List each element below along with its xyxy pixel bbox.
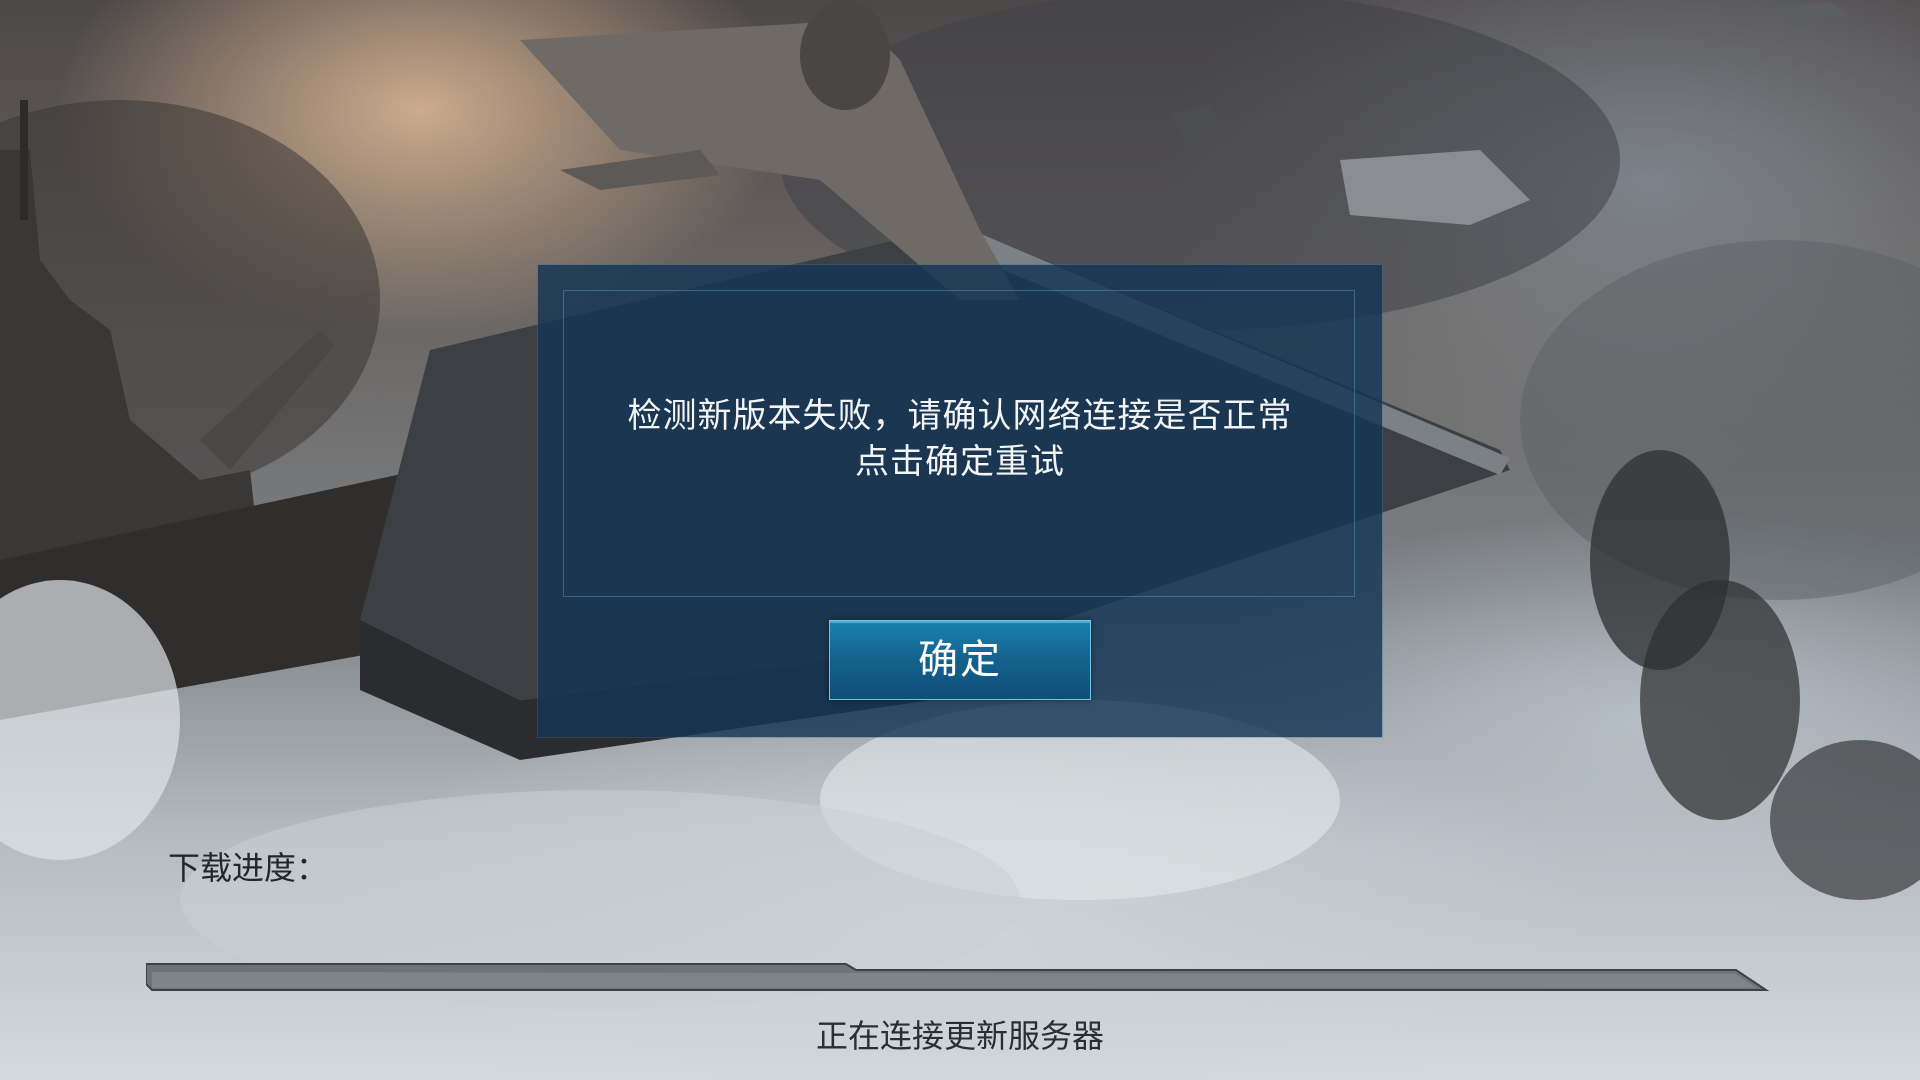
dialog-message-line2: 点击确定重试 bbox=[855, 442, 1065, 482]
download-progress-label: 下载进度： bbox=[168, 849, 329, 887]
download-progress-bar bbox=[146, 963, 1770, 991]
loading-screen: 检测新版本失败，请确认网络连接是否正常 点击确定重试 确定 下载进度： 正在连接… bbox=[0, 0, 1920, 1080]
dialog-message: 检测新版本失败，请确认网络连接是否正常 点击确定重试 bbox=[538, 393, 1382, 485]
update-status-text: 正在连接更新服务器 bbox=[815, 1017, 1104, 1055]
update-error-dialog: 检测新版本失败，请确认网络连接是否正常 点击确定重试 确定 bbox=[538, 265, 1382, 737]
confirm-button[interactable]: 确定 bbox=[829, 620, 1091, 700]
dialog-message-line1: 检测新版本失败，请确认网络连接是否正常 bbox=[627, 396, 1293, 436]
